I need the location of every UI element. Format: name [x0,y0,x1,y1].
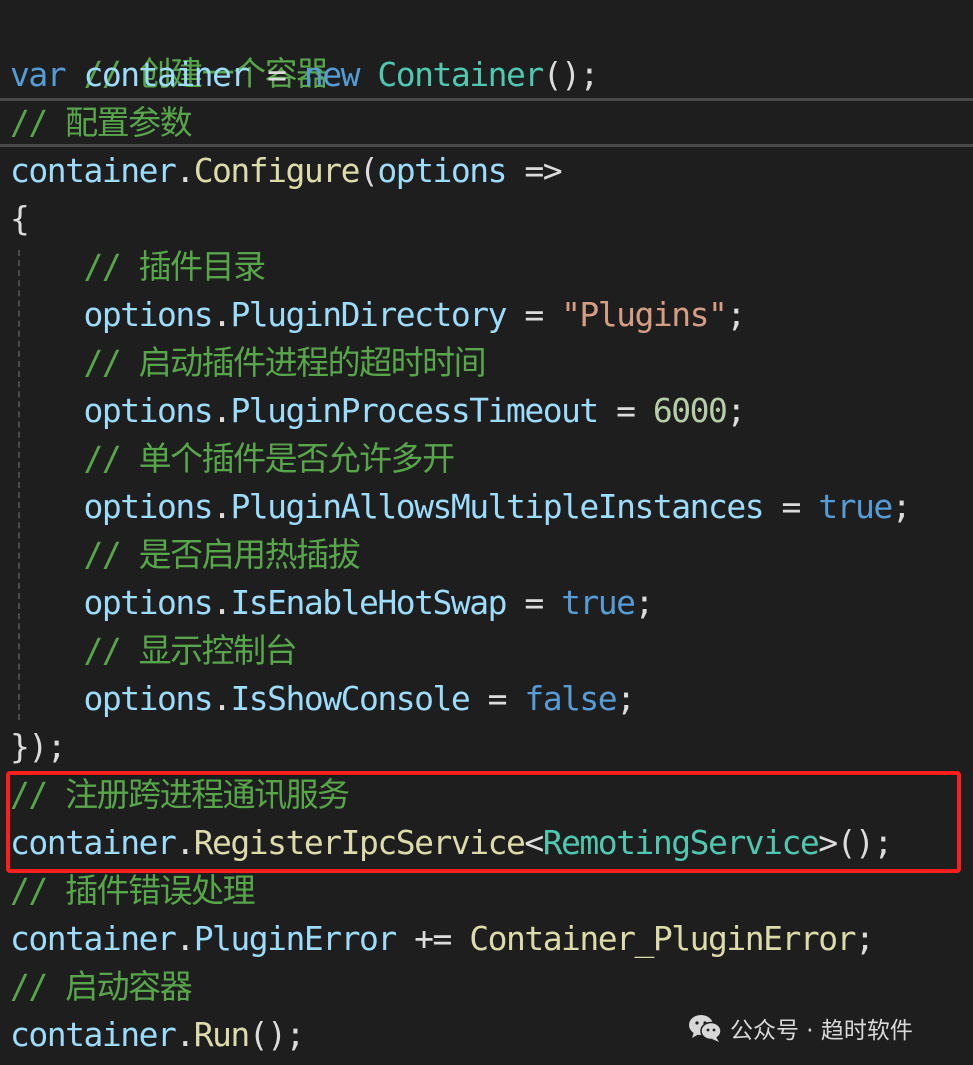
punctuation: . [212,295,232,334]
operator: = [597,391,653,430]
code-line-9[interactable]: options.PluginProcessTimeout = 6000; [10,387,746,435]
property-name: PluginDirectory [230,295,507,334]
keyword-literal: true [818,487,893,526]
code-line-13[interactable]: options.IsEnableHotSwap = true; [10,579,655,627]
property-name: IsShowConsole [230,679,470,718]
property-name: IsEnableHotSwap [230,583,507,622]
punctuation: ; [616,679,636,718]
code-line-20[interactable]: container.PluginError += Container_Plugi… [10,915,875,963]
punctuation: . [212,583,232,622]
operator: += [395,919,470,958]
code-line-5[interactable]: { [10,195,30,243]
code-line-22[interactable]: container.Run(); [10,1011,306,1059]
watermark: 公众号 · 趋时软件 [688,1008,913,1048]
code-line-11[interactable]: options.PluginAllowsMultipleInstances = … [10,483,912,531]
watermark-text: 公众号 · 趋时软件 [730,1018,913,1044]
number-literal: 6000 [652,391,728,430]
keyword-new: new [303,55,361,94]
brace: { [10,199,30,238]
code-line-4[interactable]: container.Configure(options => [10,147,563,195]
code-line-7[interactable]: options.PluginDirectory = "Plugins"; [10,291,746,339]
code-line-12[interactable]: // 是否启用热插拔 [10,531,360,579]
comment: // 启动插件进程的超时时间 [83,343,486,382]
code-line-16[interactable]: }); [10,723,67,771]
code-line-15[interactable]: options.IsShowConsole = false; [10,675,636,723]
punctuation: (); [248,1015,306,1054]
code-line-19[interactable]: // 插件错误处理 [10,867,256,915]
operator: => [505,151,562,190]
code-line-21[interactable]: // 启动容器 [10,963,193,1011]
punctuation: . [175,151,195,190]
string-literal: "Plugins" [561,295,728,334]
keyword-literal: true [561,583,636,622]
property-name: PluginProcessTimeout [230,391,599,430]
object-name: container [10,919,177,958]
keyword-literal: false [524,679,617,718]
punctuation: ( [359,151,379,190]
code-line-6[interactable]: // 插件目录 [10,243,266,291]
wechat-icon [689,1015,722,1042]
punctuation: . [175,919,195,958]
comment: // 配置参数 [10,103,193,142]
punctuation: ; [634,583,655,622]
operator: = [267,55,304,94]
closing-brace: }); [10,727,67,766]
object-name: options [83,391,213,430]
operator: = [505,295,562,334]
parameter-name: options [377,151,507,190]
punctuation: ; [891,487,912,526]
comment: // 插件目录 [83,247,266,286]
object-name: container [10,1015,177,1054]
code-line-2[interactable]: var container = new Container(); [10,51,600,99]
punctuation: ; [726,295,746,334]
punctuation: . [212,391,232,430]
operator: = [763,487,819,526]
punctuation: (); [542,55,600,94]
handler-name: Container_PluginError [469,919,856,958]
highlight-box [6,771,961,873]
code-editor[interactable]: // 创建一个容器 var container = new Container(… [0,0,973,1065]
object-name: options [83,487,213,526]
object-name: container [10,151,177,190]
comment: // 单个插件是否允许多开 [83,439,455,478]
comment: // 插件错误处理 [10,871,256,910]
comment: // 是否启用热插拔 [83,535,360,574]
object-name: options [83,295,213,334]
code-line-1[interactable]: // 创建一个容器 [10,2,329,93]
object-name: options [83,583,213,622]
punctuation: ; [726,391,746,430]
object-name: options [83,679,213,718]
code-line-14[interactable]: // 显示控制台 [10,627,297,675]
event-name: PluginError [193,919,398,958]
comment: // 启动容器 [10,967,193,1006]
type-name: Container [377,55,544,94]
punctuation: . [212,679,232,718]
comment: // 显示控制台 [83,631,297,670]
code-line-3[interactable]: // 配置参数 [10,99,193,147]
property-name: PluginAllowsMultipleInstances [230,487,764,526]
code-line-10[interactable]: // 单个插件是否允许多开 [10,435,455,483]
punctuation: . [175,1015,195,1054]
punctuation: ; [854,919,875,958]
keyword-var: var [10,55,67,94]
code-line-8[interactable]: // 启动插件进程的超时时间 [10,339,486,387]
punctuation: . [212,487,232,526]
operator: = [505,583,562,622]
operator: = [469,679,525,718]
method-name: Run [193,1015,251,1054]
variable-name: container [65,55,268,94]
method-name: Configure [193,151,361,190]
